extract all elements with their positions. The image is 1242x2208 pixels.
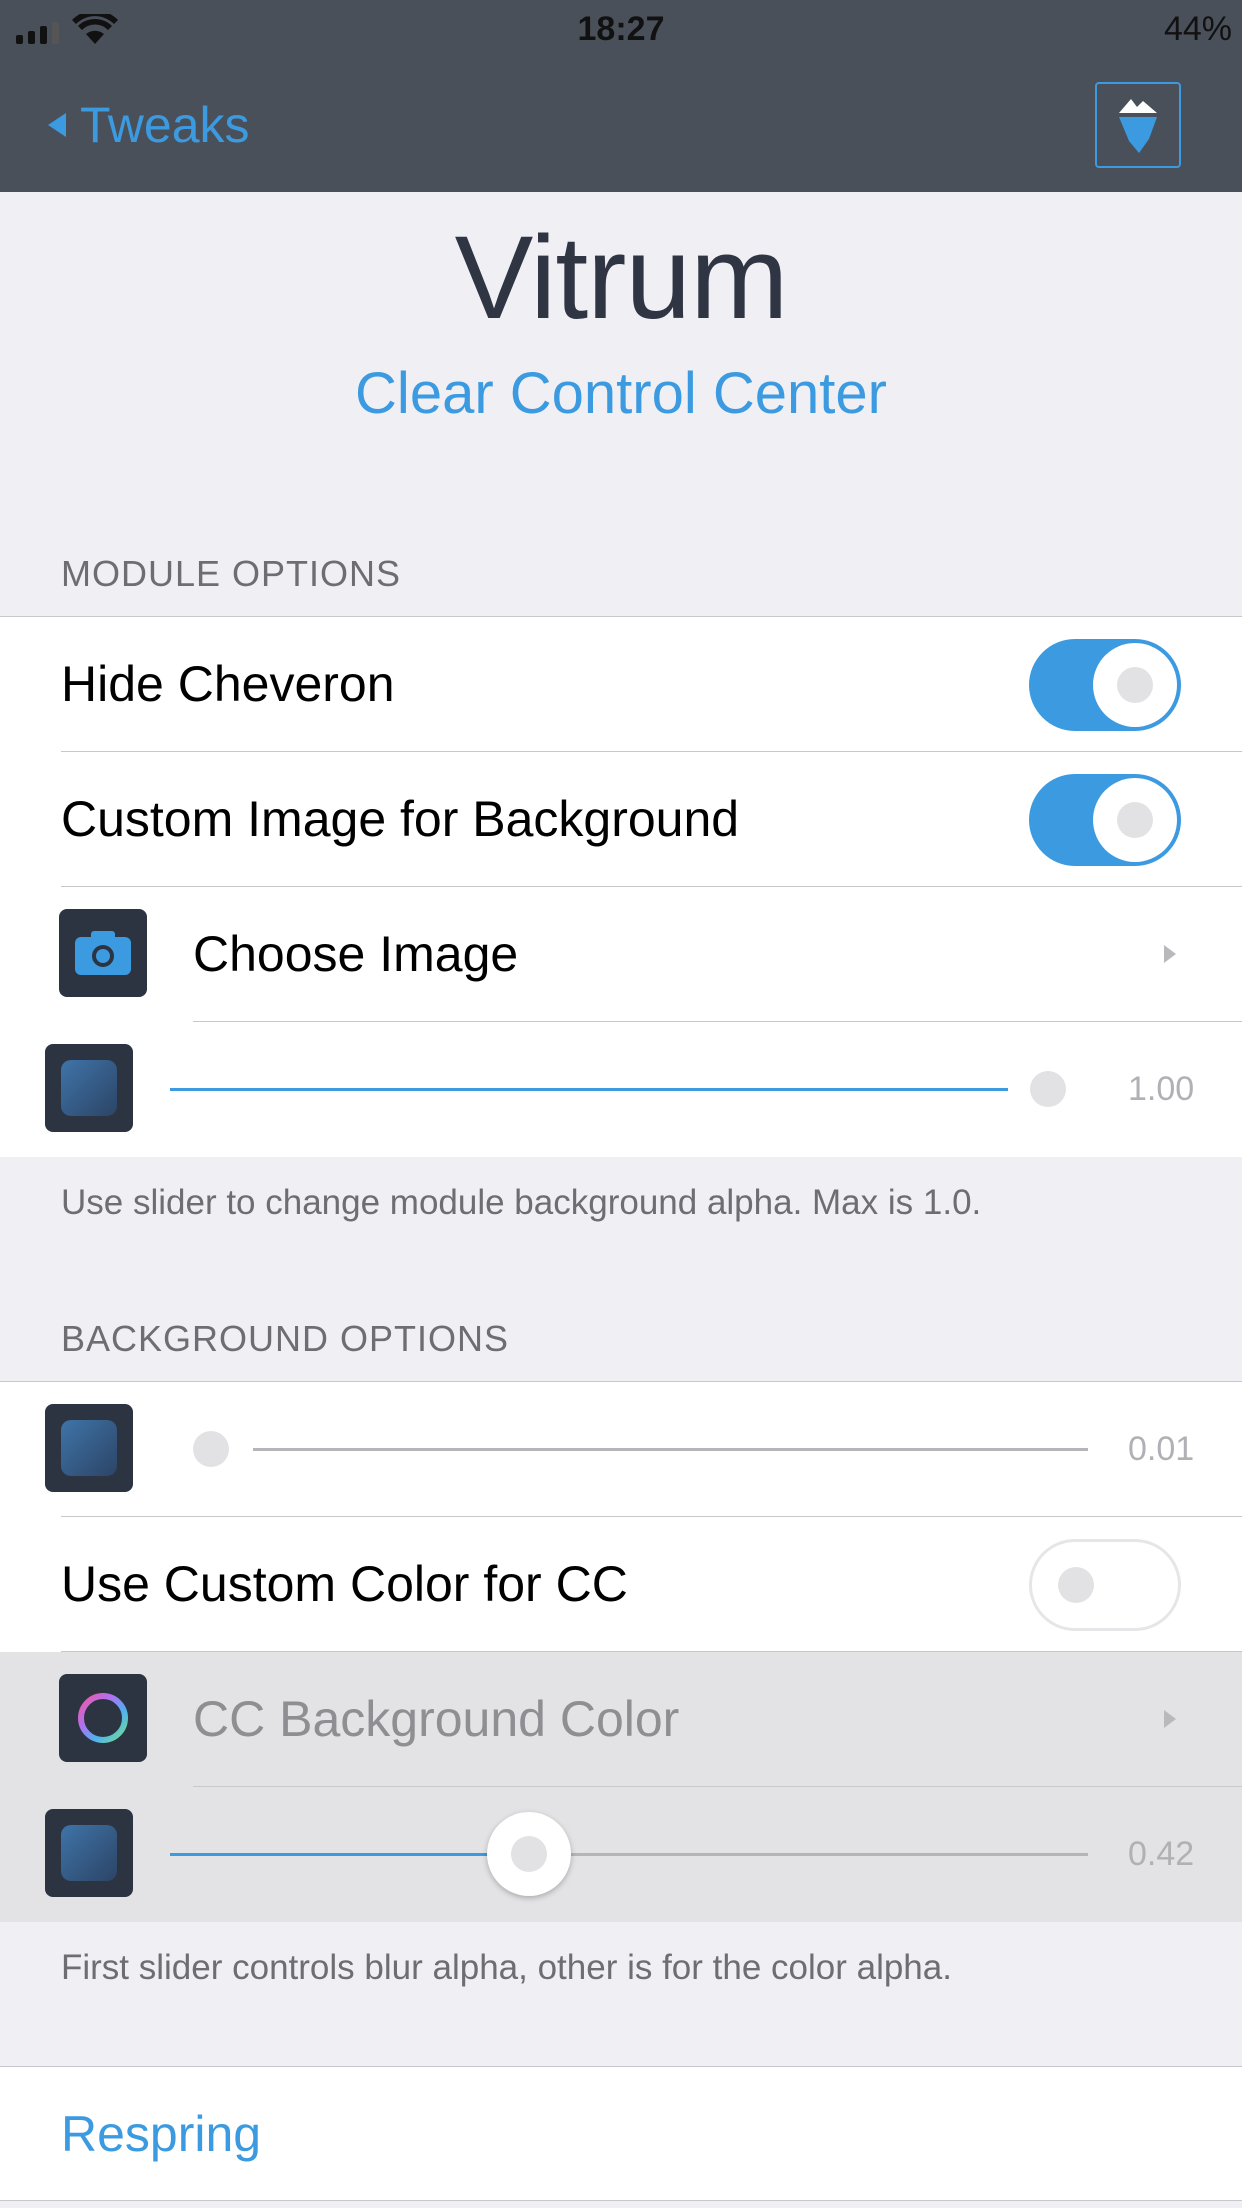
blur-alpha-slider-track[interactable] xyxy=(253,1448,1088,1451)
page-title: Vitrum xyxy=(454,212,789,344)
module-options-footer: Use slider to change module background a… xyxy=(61,1183,982,1222)
hide-cheveron-label: Hide Cheveron xyxy=(61,656,395,712)
module-alpha-slider-track[interactable] xyxy=(170,1088,1008,1091)
cc-background-color-cell[interactable]: CC Background Color xyxy=(0,1652,1242,1787)
respring-button[interactable]: Respring xyxy=(61,2067,261,2202)
background-options-footer: First slider controls blur alpha, other … xyxy=(61,1948,952,1987)
battery-percentage: 44% xyxy=(1163,10,1232,48)
section-heading-module-options: MODULE OPTIONS xyxy=(61,553,402,594)
toggle-knob xyxy=(1034,1543,1118,1627)
module-alpha-slider-thumb[interactable] xyxy=(1030,1071,1066,1107)
navigation-bar: 18:27 44% Tweaks xyxy=(0,0,1242,192)
hide-cheveron-cell: Hide Cheveron xyxy=(0,617,1242,752)
choose-image-label: Choose Image xyxy=(193,926,519,982)
cc-background-color-label: CC Background Color xyxy=(193,1691,680,1747)
toggle-knob xyxy=(1093,643,1177,727)
color-alpha-slider-track[interactable] xyxy=(528,1853,1088,1856)
slider-gradient-icon xyxy=(45,1809,133,1897)
color-alpha-slider-thumb[interactable] xyxy=(486,1812,571,1896)
custom-color-cell: Use Custom Color for CC xyxy=(0,1517,1242,1652)
toggle-knob xyxy=(1093,778,1177,862)
custom-image-label: Custom Image for Background xyxy=(61,791,740,847)
custom-image-cell: Custom Image for Background xyxy=(0,752,1242,887)
hide-cheveron-toggle[interactable] xyxy=(1029,639,1181,731)
page-subtitle: Clear Control Center xyxy=(355,361,887,426)
iceberg-glyph xyxy=(1119,99,1157,153)
status-bar: 18:27 44% xyxy=(0,0,1242,62)
back-button[interactable]: Tweaks xyxy=(48,96,250,154)
module-options-group: Hide Cheveron Custom Image for Backgroun… xyxy=(0,616,1242,1157)
disclosure-chevron-icon xyxy=(1164,1710,1176,1728)
disclosure-chevron-icon xyxy=(1164,945,1176,963)
custom-color-toggle[interactable] xyxy=(1029,1539,1181,1631)
blur-alpha-value: 0.01 xyxy=(1128,1430,1195,1468)
back-chevron-icon xyxy=(48,113,66,137)
blur-alpha-slider-thumb[interactable] xyxy=(193,1431,229,1467)
color-ring-icon xyxy=(59,1674,147,1762)
iceberg-icon[interactable] xyxy=(1095,82,1181,168)
choose-image-cell[interactable]: Choose Image xyxy=(0,887,1242,1022)
blur-alpha-slider-cell: 0.01 xyxy=(0,1382,1242,1517)
color-alpha-slider-cell: 0.42 xyxy=(0,1787,1242,1922)
section-heading-background-options: BACKGROUND OPTIONS xyxy=(61,1318,510,1359)
slider-gradient-icon xyxy=(45,1044,133,1132)
custom-color-label: Use Custom Color for CC xyxy=(61,1556,628,1612)
respring-group: Respring xyxy=(0,2066,1242,2201)
status-time: 18:27 xyxy=(577,10,665,48)
color-alpha-slider-fill[interactable] xyxy=(170,1853,529,1856)
back-button-label: Tweaks xyxy=(80,97,250,153)
module-alpha-value: 1.00 xyxy=(1128,1070,1195,1108)
module-alpha-slider-cell: 1.00 xyxy=(0,1022,1242,1157)
background-options-group: 0.01 Use Custom Color for CC CC Backgrou… xyxy=(0,1381,1242,1922)
color-alpha-value: 0.42 xyxy=(1128,1835,1195,1873)
camera-icon xyxy=(59,909,147,997)
slider-gradient-icon xyxy=(45,1404,133,1492)
custom-image-toggle[interactable] xyxy=(1029,774,1181,866)
